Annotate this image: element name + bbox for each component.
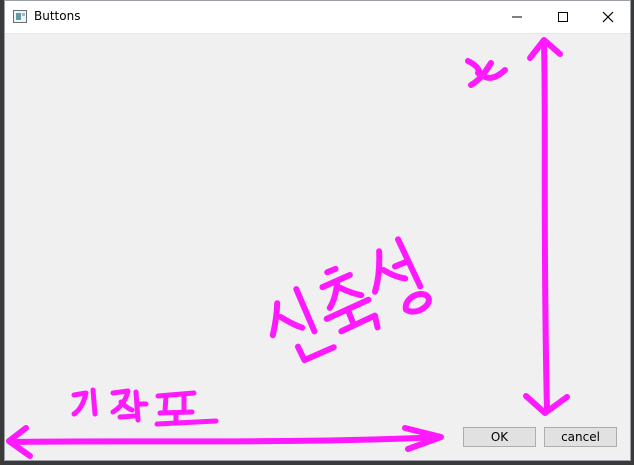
title-bar[interactable]: Buttons — [5, 1, 630, 34]
close-icon — [602, 11, 614, 23]
app-window-icon — [13, 10, 27, 23]
maximize-icon — [558, 12, 568, 22]
maximize-button[interactable] — [540, 1, 586, 33]
close-button[interactable] — [585, 1, 631, 33]
ok-button[interactable]: OK — [463, 427, 536, 447]
minimize-button[interactable] — [494, 1, 540, 33]
minimize-icon — [512, 16, 522, 18]
window-title: Buttons — [34, 9, 81, 23]
cancel-button[interactable]: cancel — [544, 427, 617, 447]
app-window: Buttons — [4, 0, 631, 461]
